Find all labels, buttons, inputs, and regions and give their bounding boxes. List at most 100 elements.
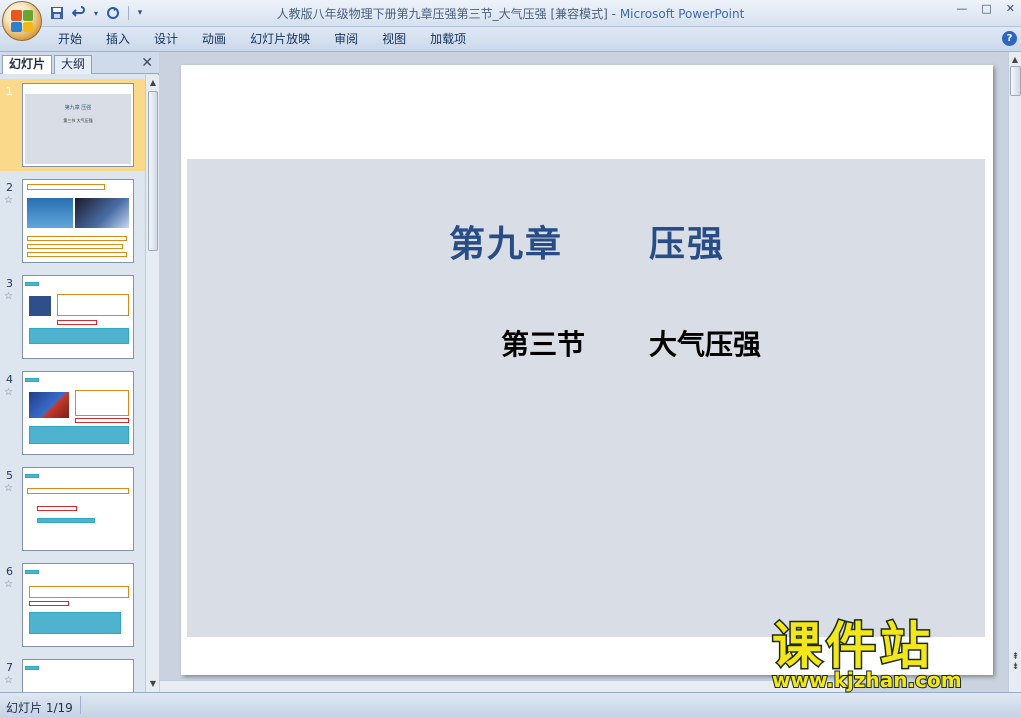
scroll-up-icon[interactable]: ▲: [147, 77, 159, 89]
thumb-label: [25, 474, 39, 478]
tab-review[interactable]: 审阅: [322, 31, 370, 47]
animation-star-icon: ☆: [4, 387, 13, 398]
thumb-textbox: [57, 320, 97, 325]
slide-number: 6: [6, 565, 13, 578]
tab-slides[interactable]: 幻灯片: [2, 55, 53, 74]
editor-scrollbar[interactable]: ▲ ⇞ ⇟: [1008, 52, 1021, 692]
slide-thumbnail[interactable]: [22, 371, 134, 455]
thumbnail-row-1[interactable]: 1 第九章 压强 第三节 大气压强: [0, 79, 145, 171]
slide-subtitle[interactable]: 第三节 大气压强: [501, 323, 761, 363]
tab-outline[interactable]: 大纲: [54, 55, 93, 74]
thumb-textbox: [57, 294, 129, 316]
thumb-textbox: [37, 506, 77, 511]
thumb-textbox: [75, 418, 129, 423]
help-icon[interactable]: ?: [1002, 31, 1017, 46]
pane-tabs: 幻灯片 大纲 ✕: [0, 52, 159, 74]
thumb-textbox: [27, 236, 127, 241]
app-name: Microsoft PowerPoint: [619, 7, 745, 21]
status-separator: [80, 696, 81, 714]
thumb-textbox: [29, 601, 69, 606]
slide-thumbnail[interactable]: [22, 467, 134, 551]
tab-design[interactable]: 设计: [142, 31, 190, 47]
ribbon: 开始 插入 设计 动画 幻灯片放映 审阅 视图 加载项 ?: [0, 27, 1021, 52]
slide-title-topic: 压强: [649, 224, 726, 265]
thumb-textbox: [29, 328, 129, 344]
office-button[interactable]: [2, 1, 42, 41]
slide-number: 4: [6, 373, 13, 386]
thumbnail-row-6[interactable]: 6 ☆: [0, 559, 145, 651]
thumb-textbox: [27, 488, 129, 494]
thumb-label: [25, 282, 39, 286]
title-bar: ▾ ▾ 人教版八年级物理下册第九章压强第三节_大气压强 [兼容模式] - Mic…: [0, 0, 1021, 27]
tab-addins[interactable]: 加载项: [418, 31, 478, 47]
scroll-down-icon[interactable]: ▼: [147, 678, 159, 690]
thumb-picture: [75, 198, 129, 228]
scrollbar-thumb[interactable]: [148, 91, 158, 251]
slide-thumbnail[interactable]: [22, 659, 134, 692]
window-controls: — □ ✕: [956, 2, 1015, 15]
slide-thumbnail[interactable]: [22, 275, 134, 359]
tab-slideshow[interactable]: 幻灯片放映: [238, 31, 322, 47]
slides-pane: 幻灯片 大纲 ✕ 1 第九章 压强 第三节 大气压强 2 ☆ 3 ☆ 4 ☆ 5…: [0, 52, 159, 692]
tab-animations[interactable]: 动画: [190, 31, 238, 47]
slide-title-chapter: 第九章: [448, 224, 563, 265]
animation-star-icon: ☆: [4, 291, 13, 302]
ribbon-tabs: 开始 插入 设计 动画 幻灯片放映 审阅 视图 加载项: [46, 31, 478, 47]
thumb-title: 第九章 压强: [64, 105, 92, 111]
animation-star-icon: ☆: [4, 483, 13, 494]
watermark: 课件站 www.kjzhan.com: [771, 617, 1004, 696]
thumb-textbox: [27, 244, 123, 249]
animation-star-icon: ☆: [4, 675, 13, 686]
prev-next-slide-icon[interactable]: ⇞ ⇟: [1010, 652, 1021, 672]
horizontal-scrollbar[interactable]: [160, 680, 848, 692]
tab-view[interactable]: 视图: [370, 31, 418, 47]
title-separator: -: [607, 7, 620, 21]
tab-insert[interactable]: 插入: [94, 31, 142, 47]
minimize-button[interactable]: —: [956, 2, 967, 15]
thumb-textbox: [29, 612, 121, 634]
slide-number: 7: [6, 661, 13, 674]
thumbnail-row-4[interactable]: 4 ☆: [0, 367, 145, 459]
slide-thumbnail[interactable]: [22, 179, 134, 263]
thumb-textbox: [75, 390, 129, 416]
slide-number: 5: [6, 469, 13, 482]
slide-number: 2: [6, 181, 13, 194]
slide-editor: 第九章 压强 第三节 大气压强: [160, 52, 1008, 692]
close-pane-icon[interactable]: ✕: [141, 55, 153, 71]
slide-title[interactable]: 第九章 压强: [181, 215, 993, 267]
animation-star-icon: ☆: [4, 579, 13, 590]
scrollbar-thumb[interactable]: [1010, 66, 1021, 96]
slide-canvas[interactable]: 第九章 压强 第三节 大气压强: [181, 65, 993, 675]
slide-thumbnails: 1 第九章 压强 第三节 大气压强 2 ☆ 3 ☆ 4 ☆ 5 ☆ 6 ☆ 7 …: [0, 75, 145, 692]
slide-thumbnail[interactable]: [22, 563, 134, 647]
document-title: 人教版八年级物理下册第九章压强第三节_大气压强 [兼容模式]: [276, 7, 608, 21]
thumbnail-row-2[interactable]: 2 ☆: [0, 175, 145, 267]
slide-thumbnail[interactable]: 第九章 压强 第三节 大气压强: [22, 83, 134, 167]
maximize-button[interactable]: □: [981, 2, 991, 15]
thumbnail-row-7[interactable]: 7 ☆: [0, 655, 145, 692]
thumbnails-scrollbar[interactable]: ▲ ▼: [145, 75, 159, 692]
thumb-textbox: [27, 252, 127, 257]
thumbnail-row-3[interactable]: 3 ☆: [0, 271, 145, 363]
thumb-picture: [27, 198, 73, 228]
thumb-textbox: [29, 426, 129, 444]
thumb-textbox: [37, 518, 95, 523]
thumb-textbox: [29, 586, 129, 598]
watermark-url: www.kjzhan.com: [771, 667, 963, 693]
close-window-button[interactable]: ✕: [1006, 2, 1015, 15]
slide-subtitle-topic: 大气压强: [649, 328, 762, 361]
thumb-label: [25, 570, 39, 574]
thumb-picture: [29, 296, 51, 316]
window-title: 人教版八年级物理下册第九章压强第三节_大气压强 [兼容模式] - Microso…: [0, 5, 1021, 22]
tab-home[interactable]: 开始: [46, 31, 94, 47]
slide-number: 1: [6, 85, 13, 98]
thumb-label: [25, 378, 39, 382]
slide-subtitle-section: 第三节: [501, 328, 586, 361]
thumb-label: [25, 666, 39, 670]
thumbnail-row-5[interactable]: 5 ☆: [0, 463, 145, 555]
slide-number: 3: [6, 277, 13, 290]
slide-counter: 幻灯片 1/19: [6, 701, 73, 715]
thumb-subtitle: 第三节 大气压强: [63, 118, 93, 123]
scroll-up-icon[interactable]: ▲: [1009, 54, 1021, 66]
animation-star-icon: ☆: [4, 195, 13, 206]
